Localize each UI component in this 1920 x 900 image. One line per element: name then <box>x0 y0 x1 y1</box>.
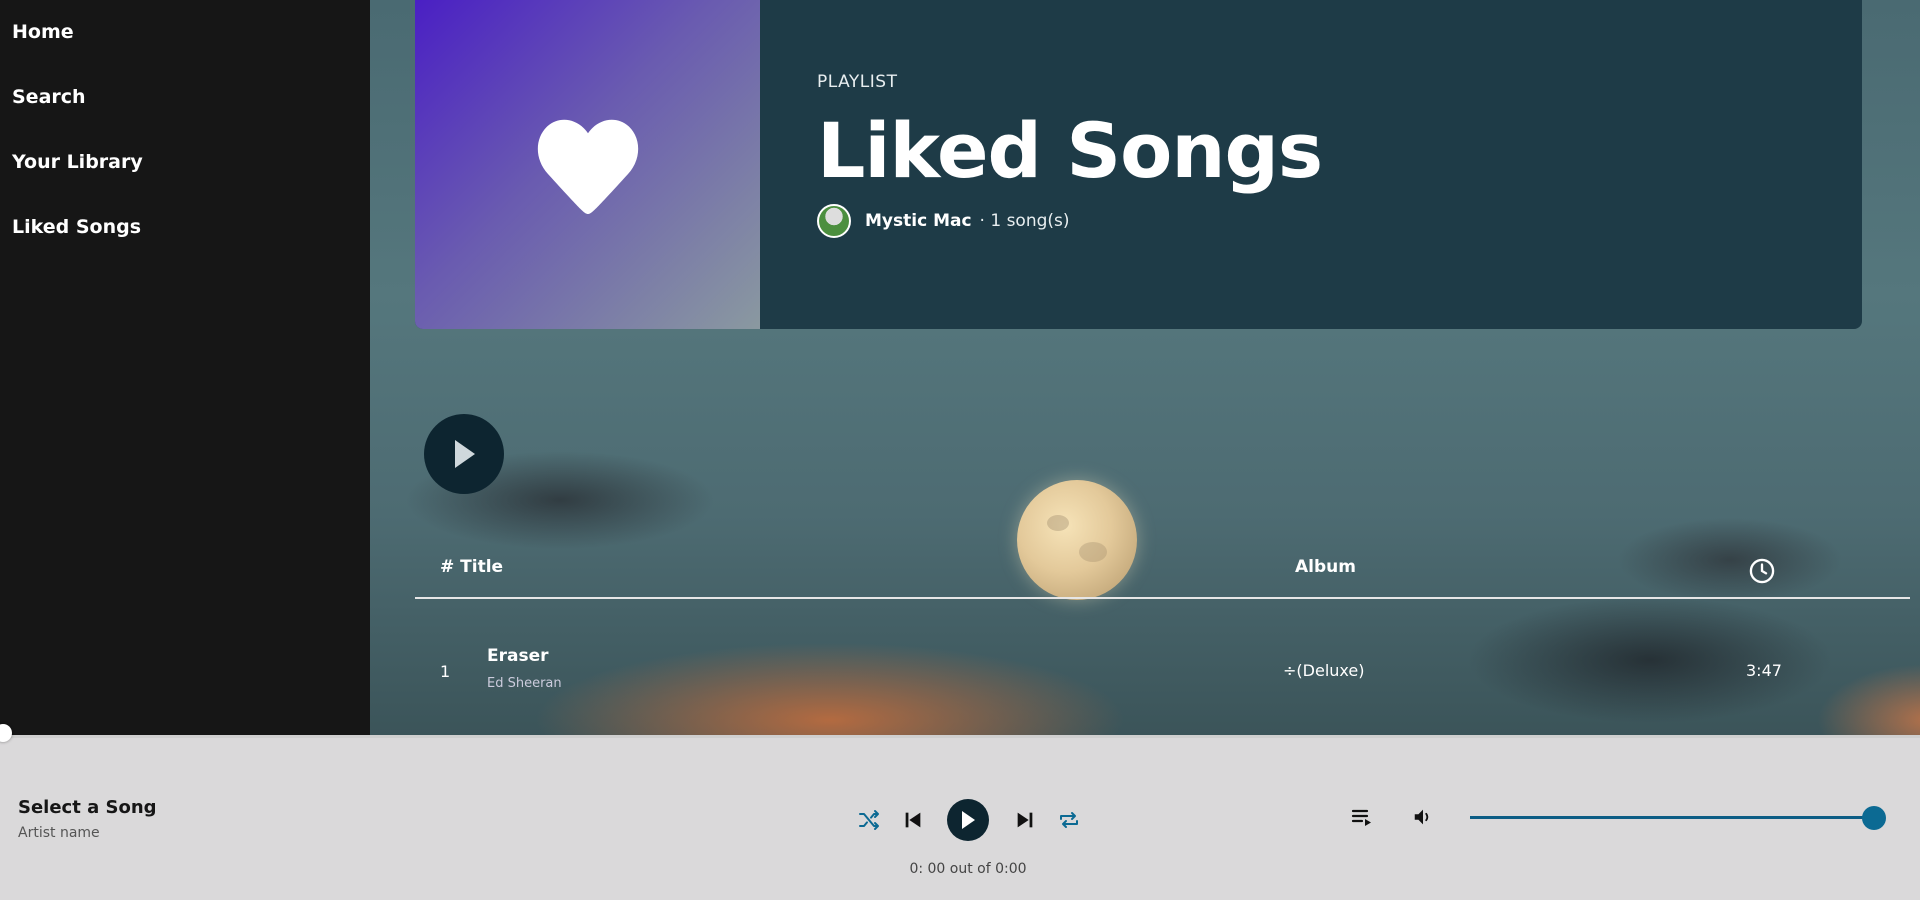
next-button[interactable] <box>1012 807 1038 833</box>
queue-list-icon <box>1351 809 1371 826</box>
volume-slider[interactable] <box>1470 816 1875 819</box>
skip-next-icon <box>1017 812 1033 828</box>
track-table-header: # Title Album <box>415 555 1910 599</box>
track-album[interactable]: ÷(Deluxe) <box>1283 661 1364 680</box>
volume-button[interactable] <box>1410 804 1436 830</box>
playlist-cover <box>415 0 760 329</box>
now-playing-title: Select a Song <box>18 797 157 818</box>
seek-bar[interactable] <box>0 735 1920 738</box>
time-readout: 0: 00 out of 0:00 <box>909 861 1027 877</box>
playlist-meta: Mystic Mac · 1 song(s) <box>817 204 1322 238</box>
playlist-info: PLAYLIST Liked Songs Mystic Mac · 1 song… <box>817 72 1323 238</box>
track-title: Eraser <box>487 646 549 666</box>
playlist-header: PLAYLIST Liked Songs Mystic Mac · 1 song… <box>415 0 1862 329</box>
play-button[interactable] <box>947 799 989 841</box>
playlist-type-label: PLAYLIST <box>817 72 898 92</box>
repeat-button[interactable] <box>1056 807 1082 833</box>
clock-icon <box>1748 557 1776 590</box>
sidebar-item-liked-songs[interactable]: Liked Songs <box>0 211 370 276</box>
sidebar-item-home[interactable]: Home <box>0 16 370 81</box>
track-number: 1 <box>440 662 451 681</box>
shuffle-icon <box>859 810 879 830</box>
owner-name[interactable]: Mystic Mac <box>865 211 972 231</box>
avatar <box>817 204 851 238</box>
sidebar-item-your-library[interactable]: Your Library <box>0 146 370 211</box>
track-duration: 3:47 <box>1746 661 1782 680</box>
volume-icon <box>1414 809 1429 825</box>
volume-slider-handle[interactable] <box>1862 806 1886 830</box>
shuffle-button[interactable] <box>856 807 882 833</box>
previous-button[interactable] <box>900 807 926 833</box>
player-bar: Select a Song Artist name 0: 00 out of 0… <box>0 737 1920 900</box>
column-header-title: # Title <box>440 557 504 577</box>
page-title: Liked Songs <box>817 106 1323 195</box>
now-playing-artist: Artist name <box>18 825 100 841</box>
heart-icon <box>537 119 638 214</box>
play-icon <box>962 811 975 829</box>
sidebar: Home Search Your Library Liked Songs <box>0 0 370 736</box>
skip-previous-icon <box>905 812 921 828</box>
table-row[interactable]: 1 Eraser Ed Sheeran ÷(Deluxe) 3:47 <box>415 640 1910 700</box>
column-header-album: Album <box>1295 557 1356 577</box>
song-count: · 1 song(s) <box>979 211 1070 231</box>
queue-button[interactable] <box>1349 804 1375 830</box>
repeat-icon <box>1060 812 1078 828</box>
sidebar-item-search[interactable]: Search <box>0 81 370 146</box>
track-artist[interactable]: Ed Sheeran <box>487 676 562 691</box>
play-icon <box>455 440 475 468</box>
play-playlist-button[interactable] <box>424 414 504 494</box>
main-content: PLAYLIST Liked Songs Mystic Mac · 1 song… <box>370 0 1920 736</box>
